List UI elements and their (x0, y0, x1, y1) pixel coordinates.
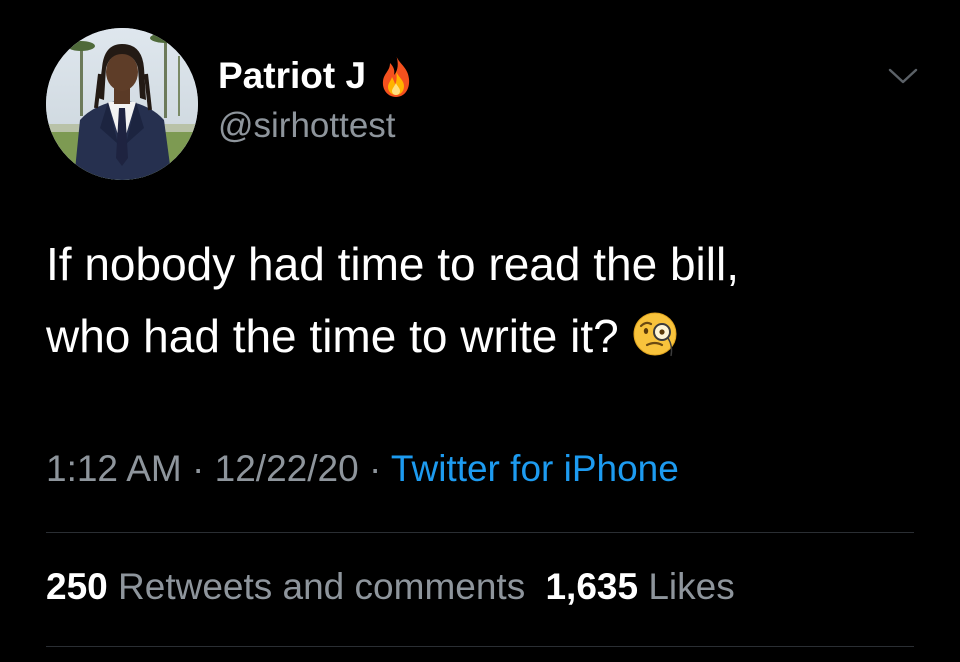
meta-separator: · (368, 448, 382, 489)
divider (46, 532, 914, 533)
tweet-date: 12/22/20 (214, 448, 359, 489)
tweet-text: If nobody had time to read the bill, who… (46, 228, 926, 372)
tweet-source-link[interactable]: Twitter for iPhone (391, 448, 679, 489)
tweet-text-line-2: who had the time to write it? (46, 310, 619, 362)
display-name[interactable]: Patriot J (218, 55, 366, 97)
tweet-stats: 250 Retweets and comments 1,635 Likes (46, 566, 735, 608)
tweet-text-line: who had the time to write it? (46, 300, 926, 372)
retweets-count[interactable]: 250 (46, 566, 108, 607)
tweet-time: 1:12 AM (46, 448, 182, 489)
tweet-text-line: If nobody had time to read the bill, (46, 238, 739, 290)
chevron-down-icon[interactable] (886, 64, 920, 88)
monocle-face-icon (633, 312, 677, 357)
user-handle[interactable]: @sirhottest (218, 106, 396, 146)
avatar-photo (46, 28, 198, 180)
divider (46, 646, 914, 647)
meta-separator: · (192, 448, 205, 489)
likes-label[interactable]: Likes (648, 566, 734, 607)
avatar[interactable] (46, 28, 198, 180)
fire-icon (382, 55, 410, 97)
likes-count[interactable]: 1,635 (545, 566, 638, 607)
tweet-meta: 1:12 AM · 12/22/20 · Twitter for iPhone (46, 448, 679, 490)
retweets-label[interactable]: Retweets and comments (118, 566, 525, 607)
author-name-row[interactable]: Patriot J (218, 52, 414, 100)
